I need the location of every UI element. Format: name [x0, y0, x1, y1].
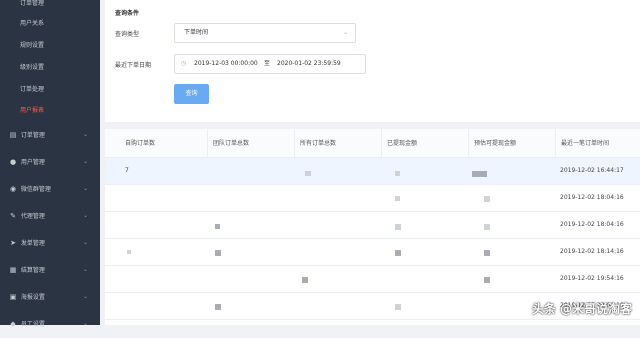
query-type-select[interactable]: 下单时间 ⌄ [174, 23, 356, 43]
sidebar-subitem-user-relation[interactable]: 用户关系 [0, 14, 100, 34]
sidebar: 订单管理 用户关系 规则设置 级别设置 订单处理 用户报表 ▤ 订单管理 ⌄ ●… [0, 0, 100, 325]
sidebar-subitem-user-report[interactable]: 用户报表 [0, 101, 100, 121]
menu-label: 订单管理 [21, 132, 45, 139]
sidebar-menu-wechat-group[interactable]: ◉ 微信群管理 ⌄ [0, 176, 100, 202]
wechat-icon: ◉ [8, 176, 18, 202]
query-type-value: 下单时间 [184, 29, 208, 36]
sidebar-subitem-level-settings[interactable]: 级别设置 [0, 58, 100, 78]
table-row[interactable]: 2019-12-02 18:04:16 [105, 185, 640, 212]
sidebar-menu-order-management[interactable]: ▤ 订单管理 ⌄ [0, 122, 100, 148]
column-header-self-orders[interactable]: 自购订单数 [120, 129, 207, 158]
filter-title: 查询条件 [115, 8, 139, 17]
sidebar-subitem-rule-settings[interactable]: 规则设置 [0, 36, 100, 56]
cell-last-order-time: 2019-12-02 18:14:16 [555, 239, 624, 265]
sidebar-menu-send-management[interactable]: ➤ 发单管理 ⌄ [0, 230, 100, 256]
sidebar-subitem-order-processing[interactable]: 订单处理 [0, 80, 100, 100]
menu-label: 海报设置 [21, 294, 45, 301]
redacted-value [484, 250, 490, 256]
redacted-value [127, 250, 131, 254]
chevron-down-icon: ⌄ [83, 176, 88, 202]
chevron-down-icon: ⌄ [83, 284, 88, 310]
chevron-down-icon: ⌄ [83, 230, 88, 256]
column-header-withdrawn[interactable]: 已提现金额 [381, 129, 468, 158]
sidebar-menu-user-management[interactable]: ● 用户管理 ⌄ [0, 149, 100, 175]
poster-icon: ▣ [8, 284, 18, 310]
staff-icon: ◆ [8, 311, 18, 337]
report-table: 自购订单数 团队订单总数 所有订单总数 已提现金额 预估可提现金额 最近一笔订单… [105, 129, 640, 325]
redacted-value [305, 171, 311, 176]
main-content: 查询条件 查询类型 下单时间 ⌄ 最近下单日期 ◷ 2019-12-03 00:… [100, 0, 640, 325]
redacted-value [395, 304, 401, 310]
cell-last-order-time: 2019-12-02 19:54:16 [555, 266, 624, 292]
sidebar-menu-staff-settings[interactable]: ◆ 员工设置 ⌄ [0, 311, 100, 337]
user-icon: ● [8, 149, 18, 175]
menu-label: 代理管理 [21, 213, 45, 220]
date-end-input[interactable]: 2020-01-02 23:59:59 [277, 55, 341, 73]
filter-panel: 查询条件 查询类型 下单时间 ⌄ 最近下单日期 ◷ 2019-12-03 00:… [105, 0, 640, 122]
clock-icon: ◷ [181, 55, 186, 73]
menu-label: 发单管理 [21, 240, 45, 247]
column-header-estimated-withdrawable[interactable]: 预估可提现金额 [468, 129, 555, 158]
cell-self-orders: 7 [120, 158, 129, 184]
sidebar-menu-poster-settings[interactable]: ▣ 海报设置 ⌄ [0, 284, 100, 310]
sidebar-subitem-order-manage[interactable]: 订单管理 [0, 0, 100, 14]
table-header: 自购订单数 团队订单总数 所有订单总数 已提现金额 预估可提现金额 最近一笔订单… [105, 129, 640, 158]
chevron-down-icon: ⌄ [83, 149, 88, 175]
redacted-value [395, 250, 401, 256]
settlement-icon: ▦ [8, 257, 18, 283]
list-icon: ▤ [8, 122, 18, 148]
redacted-value [215, 224, 220, 229]
query-button[interactable]: 查询 [174, 84, 209, 104]
cell-last-order-time: 2019-12-02 16:44:17 [555, 158, 624, 184]
query-type-label: 查询类型 [115, 29, 139, 38]
cell-last-order-time: 2019-12-02 18:04:16 [555, 185, 624, 211]
redacted-value [484, 196, 490, 202]
redacted-value [302, 277, 308, 283]
date-separator: 至 [264, 55, 270, 73]
agent-icon: ✎ [8, 203, 18, 229]
send-icon: ➤ [8, 230, 18, 256]
chevron-down-icon: ⌄ [83, 257, 88, 283]
column-header-team-orders[interactable]: 团队订单总数 [207, 129, 294, 158]
watermark: 头条 @米哥说淘客 [532, 300, 632, 317]
menu-label: 微信群管理 [21, 186, 51, 193]
column-header-last-order-time[interactable]: 最近一笔订单时间 [555, 129, 640, 158]
menu-label: 用户管理 [21, 159, 45, 166]
redacted-value [472, 171, 487, 177]
redacted-value [215, 250, 221, 256]
redacted-value [484, 277, 490, 283]
cell-last-order-time: 2019-12-02 18:04:16 [555, 212, 624, 238]
sidebar-menu-agent-management[interactable]: ✎ 代理管理 ⌄ [0, 203, 100, 229]
chevron-down-icon: ⌄ [343, 24, 348, 42]
sidebar-menu-settlement[interactable]: ▦ 结算管理 ⌄ [0, 257, 100, 283]
redacted-value [395, 196, 400, 201]
chevron-down-icon: ⌄ [83, 122, 88, 148]
date-range-picker[interactable]: ◷ 2019-12-03 00:00:00 至 2020-01-02 23:59… [174, 54, 366, 74]
chevron-down-icon: ⌄ [83, 311, 88, 337]
last-order-date-label: 最近下单日期 [115, 60, 151, 69]
chevron-down-icon: ⌄ [83, 203, 88, 229]
redacted-value [484, 224, 490, 230]
menu-label: 结算管理 [21, 267, 45, 274]
column-header-all-orders[interactable]: 所有订单总数 [294, 129, 381, 158]
table-row[interactable]: 7 2019-12-02 16:44:17 [105, 158, 640, 185]
date-start-input[interactable]: 2019-12-03 00:00:00 [194, 55, 258, 73]
redacted-value [395, 171, 400, 176]
redacted-value [215, 304, 221, 310]
table-row[interactable]: 2019-12-02 19:54:16 [105, 266, 640, 293]
table-row[interactable]: 2019-12-02 18:14:16 [105, 239, 640, 266]
redacted-value [395, 224, 401, 230]
table-row[interactable]: 2019-12-02 18:04:16 [105, 212, 640, 239]
